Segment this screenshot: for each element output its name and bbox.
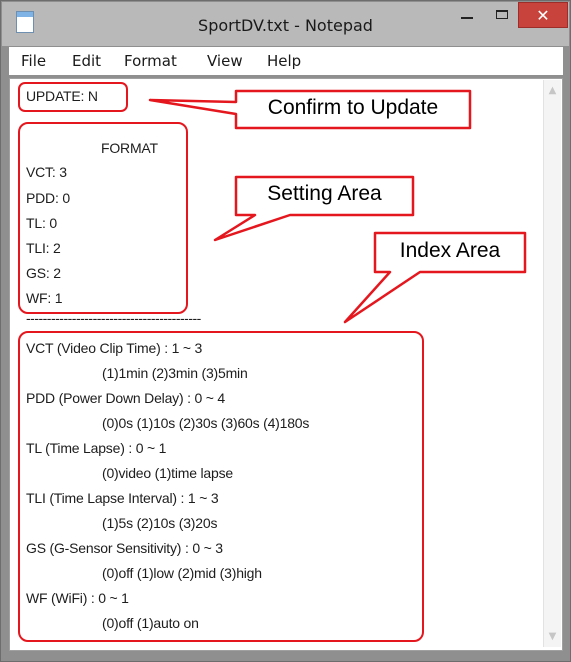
index-callout-label: Index Area	[399, 239, 501, 262]
setting-callout-label: Setting Area	[267, 182, 382, 205]
confirm-callout-label: Confirm to Update	[267, 96, 439, 119]
